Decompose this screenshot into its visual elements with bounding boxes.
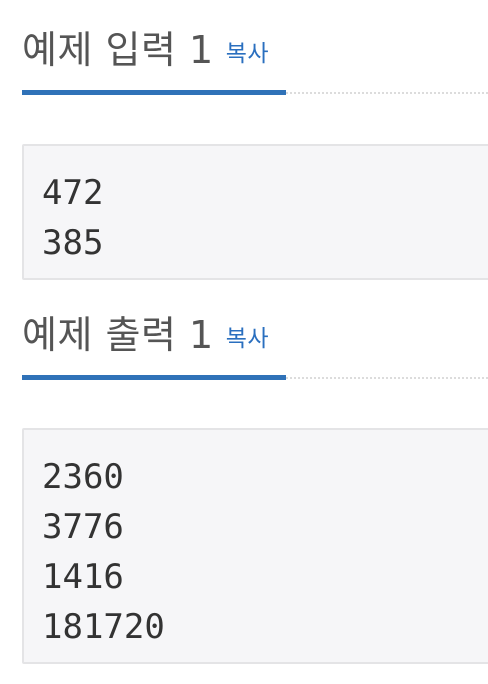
sample-input-copy-button[interactable]: 복사: [226, 41, 269, 67]
sample-input-box[interactable]: 472 385: [22, 144, 488, 280]
sample-output-line: 2360: [42, 457, 124, 497]
sample-output-line: 3776: [42, 507, 124, 547]
sample-input-heading: 예제 입력 1 복사: [0, 0, 488, 100]
sample-input-title: 예제 입력 1 복사: [22, 22, 269, 82]
sample-output-line: 181720: [42, 607, 165, 647]
sample-output-section: 예제 출력 1 복사 2360 3776 1416 181720: [0, 285, 488, 664]
sample-input-line: 472: [42, 173, 104, 213]
sample-output-title-text: 예제 출력 1: [22, 313, 214, 357]
sample-output-line: 1416: [42, 557, 124, 597]
heading-accent-underline: [22, 375, 286, 380]
sample-output-lines: 2360 3776 1416 181720: [24, 430, 488, 652]
sample-output-copy-button[interactable]: 복사: [226, 326, 269, 352]
sample-input-lines: 472 385: [24, 146, 488, 268]
sample-output-title: 예제 출력 1 복사: [22, 307, 269, 367]
sample-output-box[interactable]: 2360 3776 1416 181720: [22, 428, 488, 664]
sample-input-line: 385: [42, 223, 104, 263]
problem-samples: 예제 입력 1 복사 472 385 예제 출력 1 복사 2360 3776 14…: [0, 0, 488, 684]
sample-input-section: 예제 입력 1 복사 472 385: [0, 0, 488, 280]
sample-input-title-text: 예제 입력 1: [22, 28, 214, 72]
sample-output-heading: 예제 출력 1 복사: [0, 285, 488, 385]
heading-accent-underline: [22, 90, 286, 95]
